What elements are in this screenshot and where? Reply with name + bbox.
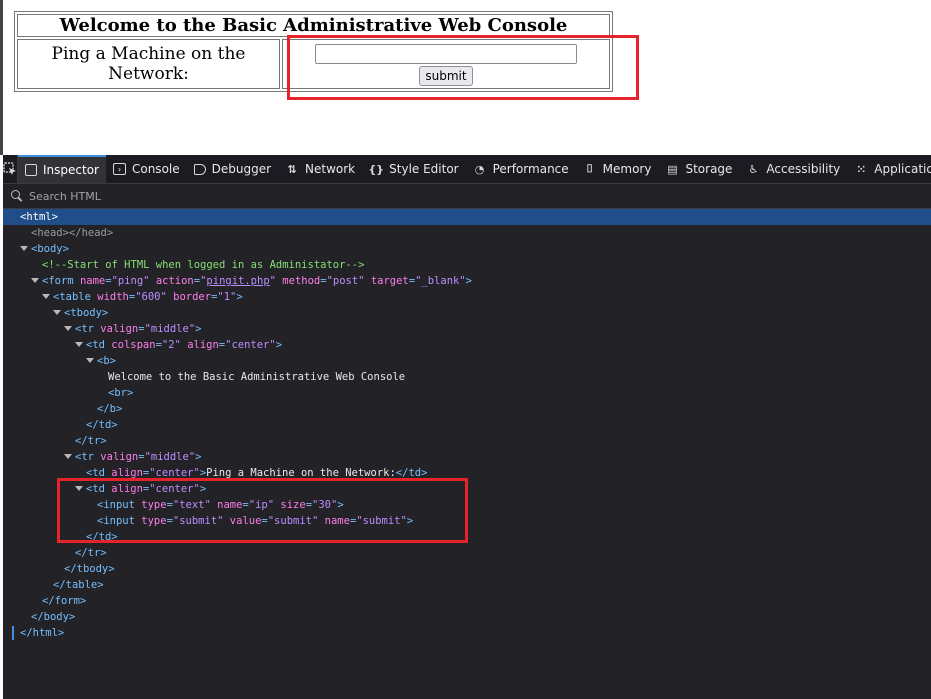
highlight-box-form bbox=[287, 35, 639, 100]
performance-icon: ◔ bbox=[474, 162, 485, 176]
tab-label: Storage bbox=[685, 162, 733, 176]
tree-row-close-tr[interactable]: </tr> bbox=[3, 545, 931, 561]
markup-tree: <html> <head></head> <body> <!--Start of… bbox=[3, 209, 931, 699]
tab-debugger[interactable]: Debugger bbox=[187, 155, 278, 183]
tree-end-marker bbox=[12, 626, 14, 640]
tab-inspector[interactable]: Inspector bbox=[18, 155, 106, 183]
tab-memory[interactable]: ⌷ Memory bbox=[576, 155, 659, 183]
tab-console[interactable]: › Console bbox=[106, 155, 187, 183]
tree-row-b[interactable]: <b> bbox=[3, 353, 931, 369]
tree-row-td[interactable]: <td colspan="2" align="center"> bbox=[3, 337, 931, 353]
tree-row-close-html[interactable]: </html> bbox=[3, 625, 931, 641]
tree-row-comment[interactable]: <!--Start of HTML when logged in as Admi… bbox=[3, 257, 931, 273]
form-action-link[interactable]: pingit.php bbox=[206, 275, 269, 287]
style-editor-icon: {} bbox=[368, 162, 384, 176]
debugger-icon bbox=[193, 163, 206, 175]
tree-row-br[interactable]: <br> bbox=[3, 385, 931, 401]
tab-performance[interactable]: ◔ Performance bbox=[466, 155, 576, 183]
inspector-icon bbox=[25, 164, 37, 176]
network-icon: ⇅ bbox=[287, 162, 297, 176]
tree-row-html[interactable]: <html> bbox=[3, 209, 931, 225]
tab-network[interactable]: ⇅ Network bbox=[278, 155, 362, 183]
tree-row-tbody[interactable]: <tbody> bbox=[3, 305, 931, 321]
search-html-bar bbox=[3, 184, 931, 209]
tab-application[interactable]: ⁙ Applicatio bbox=[847, 155, 931, 183]
console-icon: › bbox=[112, 163, 126, 175]
tab-label: Applicatio bbox=[874, 162, 931, 176]
tree-row-table[interactable]: <table width="600" border="1"> bbox=[3, 289, 931, 305]
tree-row-tr[interactable]: <tr valign="middle"> bbox=[3, 449, 931, 465]
devtools-toolbar: Inspector › Console Debugger ⇅ Network {… bbox=[3, 155, 931, 184]
tree-row-body[interactable]: <body> bbox=[3, 241, 931, 257]
tree-row-close-tr[interactable]: </tr> bbox=[3, 433, 931, 449]
tab-label: Style Editor bbox=[389, 162, 459, 176]
ping-label: Ping a Machine on the Network: bbox=[17, 39, 280, 89]
tab-label: Performance bbox=[492, 162, 569, 176]
tree-row-tr[interactable]: <tr valign="middle"> bbox=[3, 321, 931, 337]
comment-text: <!--Start of HTML when logged in as Admi… bbox=[42, 259, 365, 271]
devtools-panel: Inspector › Console Debugger ⇅ Network {… bbox=[3, 155, 931, 699]
tab-label: Memory bbox=[602, 162, 652, 176]
tree-row-close-body[interactable]: </body> bbox=[3, 609, 931, 625]
element-picker-icon[interactable] bbox=[3, 155, 18, 183]
browser-page: Welcome to the Basic Administrative Web … bbox=[0, 0, 931, 155]
tab-accessibility[interactable]: ♿ Accessibility bbox=[739, 155, 847, 183]
accessibility-icon: ♿ bbox=[748, 162, 759, 176]
application-icon: ⁙ bbox=[856, 162, 866, 176]
search-icon bbox=[11, 190, 23, 202]
tree-row-close-td[interactable]: </td> bbox=[3, 417, 931, 433]
search-html-input[interactable] bbox=[27, 188, 431, 204]
welcome-text-node: Welcome to the Basic Administrative Web … bbox=[108, 371, 406, 383]
tree-row-close-table[interactable]: </table> bbox=[3, 577, 931, 593]
tab-style-editor[interactable]: {} Style Editor bbox=[362, 155, 465, 183]
memory-icon: ⌷ bbox=[586, 162, 593, 175]
tree-row-text[interactable]: Welcome to the Basic Administrative Web … bbox=[3, 369, 931, 385]
tree-row-close-b[interactable]: </b> bbox=[3, 401, 931, 417]
tab-label: Console bbox=[131, 162, 180, 176]
tab-label: Inspector bbox=[43, 163, 99, 177]
tree-row-form[interactable]: <form name="ping" action="pingit.php" me… bbox=[3, 273, 931, 289]
tab-label: Accessibility bbox=[766, 162, 841, 176]
tree-row-head[interactable]: <head></head> bbox=[3, 225, 931, 241]
tree-row-close-tbody[interactable]: </tbody> bbox=[3, 561, 931, 577]
tab-label: Debugger bbox=[211, 162, 272, 176]
page-title: Welcome to the Basic Administrative Web … bbox=[17, 14, 610, 37]
highlight-box-markup bbox=[57, 478, 468, 543]
tree-row-close-form[interactable]: </form> bbox=[3, 593, 931, 609]
tab-storage[interactable]: ▤ Storage bbox=[658, 155, 739, 183]
tab-label: Network bbox=[305, 162, 356, 176]
storage-icon: ▤ bbox=[667, 162, 678, 176]
